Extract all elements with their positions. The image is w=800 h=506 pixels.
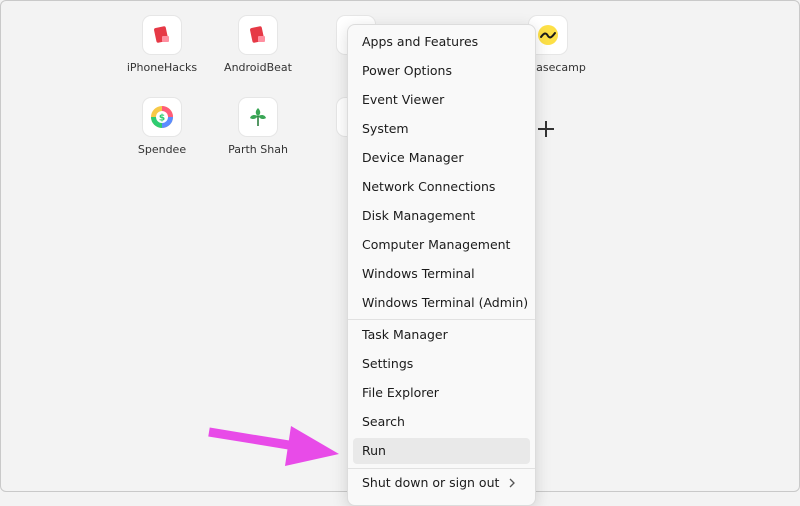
app-tile-label: AndroidBeat xyxy=(224,61,292,74)
chevron-right-icon xyxy=(509,478,515,488)
iphonehacks-app-icon xyxy=(143,16,181,54)
app-tile-label: iPhoneHacks xyxy=(126,61,198,74)
app-tile-parth-shah[interactable]: Parth Shah xyxy=(212,98,304,156)
menu-item-task-manager[interactable]: Task Manager xyxy=(353,322,530,348)
menu-item-power-options[interactable]: Power Options xyxy=(353,58,530,84)
svg-text:$: $ xyxy=(159,114,165,124)
menu-item-system[interactable]: System xyxy=(353,116,530,142)
app-tile-iphonehacks[interactable]: iPhoneHacks xyxy=(116,16,208,74)
winx-context-menu: Apps and Features Power Options Event Vi… xyxy=(347,24,536,506)
menu-item-run[interactable]: Run xyxy=(353,438,530,464)
menu-item-settings[interactable]: Settings xyxy=(353,351,530,377)
app-tile-spendee[interactable]: $ Spendee xyxy=(116,98,208,156)
menu-item-disk-management[interactable]: Disk Management xyxy=(353,203,530,229)
menu-item-network-connections[interactable]: Network Connections xyxy=(353,174,530,200)
menu-item-windows-terminal-admin[interactable]: Windows Terminal (Admin) xyxy=(353,290,530,316)
menu-item-file-explorer[interactable]: File Explorer xyxy=(353,380,530,406)
app-tile-androidbeat[interactable]: AndroidBeat xyxy=(212,16,304,74)
menu-item-windows-terminal[interactable]: Windows Terminal xyxy=(353,261,530,287)
menu-item-event-viewer[interactable]: Event Viewer xyxy=(353,87,530,113)
leaf-app-icon xyxy=(239,98,277,136)
annotation-arrow-icon xyxy=(208,426,339,466)
menu-item-search[interactable]: Search xyxy=(353,409,530,435)
menu-separator xyxy=(348,319,535,320)
menu-item-device-manager[interactable]: Device Manager xyxy=(353,145,530,171)
menu-item-shut-down-or-sign-out[interactable]: Shut down or sign out xyxy=(353,470,530,496)
menu-separator xyxy=(348,468,535,469)
app-tile-label: Parth Shah xyxy=(228,143,288,156)
spendee-app-icon: $ xyxy=(143,98,181,136)
menu-item-apps-and-features[interactable]: Apps and Features xyxy=(353,29,530,55)
androidbeat-app-icon xyxy=(239,16,277,54)
add-tile-plus-icon[interactable] xyxy=(536,119,556,139)
menu-item-computer-management[interactable]: Computer Management xyxy=(353,232,530,258)
app-tile-label: Spendee xyxy=(137,143,187,156)
menu-item-label: Shut down or sign out xyxy=(362,475,500,490)
